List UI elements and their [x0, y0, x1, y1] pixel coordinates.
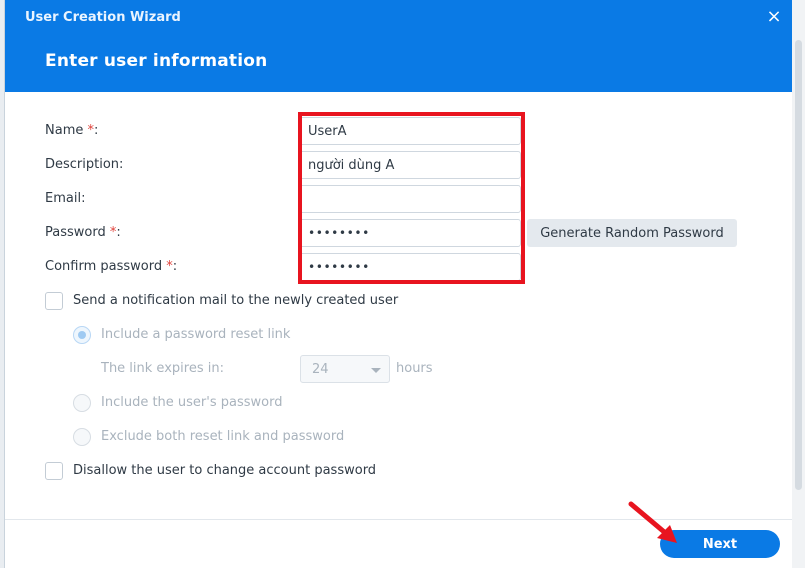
description-label: Description:: [45, 157, 124, 172]
close-icon[interactable]: ×: [763, 6, 785, 28]
hours-label: hours: [396, 361, 433, 376]
scrollbar-thumb[interactable]: [795, 40, 802, 490]
include-password-radio[interactable]: [73, 394, 91, 412]
exclude-both-radio[interactable]: [73, 428, 91, 446]
disallow-change-label: Disallow the user to change account pass…: [73, 463, 377, 478]
email-label: Email:: [45, 191, 86, 206]
reset-link-label: Include a password reset link: [101, 327, 291, 342]
password-input[interactable]: [298, 219, 521, 247]
link-expires-value: 24: [312, 362, 329, 377]
next-button[interactable]: Next: [660, 530, 780, 558]
disallow-change-checkbox[interactable]: [45, 462, 63, 480]
name-label: Name *:: [45, 123, 99, 138]
name-row: Name *:: [5, 117, 792, 145]
confirm-password-input[interactable]: [298, 253, 521, 281]
password-label: Password *:: [45, 225, 121, 240]
email-input[interactable]: [298, 185, 521, 213]
step-title: Enter user information: [45, 51, 268, 71]
description-row: Description:: [5, 151, 792, 179]
email-row: Email:: [5, 185, 792, 213]
chevron-down-icon: [371, 368, 381, 373]
notify-label: Send a notification mail to the newly cr…: [73, 293, 399, 308]
exclude-both-label: Exclude both reset link and password: [101, 429, 345, 444]
reset-link-radio[interactable]: [73, 326, 91, 344]
dialog-title: User Creation Wizard: [25, 10, 181, 25]
footer-divider: [5, 519, 792, 520]
confirm-password-row: Confirm password *:: [5, 253, 792, 281]
dialog-header: User Creation Wizard × Enter user inform…: [5, 0, 792, 92]
generate-random-password-button[interactable]: Generate Random Password: [527, 219, 737, 247]
name-input[interactable]: [298, 117, 521, 145]
description-input[interactable]: [298, 151, 521, 179]
include-password-label: Include the user's password: [101, 395, 283, 410]
scrollbar[interactable]: [792, 0, 805, 568]
notify-checkbox[interactable]: [45, 292, 63, 310]
user-creation-dialog: User Creation Wizard × Enter user inform…: [4, 0, 793, 568]
confirm-password-label: Confirm password *:: [45, 259, 178, 274]
link-expires-label: The link expires in:: [101, 361, 224, 376]
link-expires-select[interactable]: 24: [300, 355, 390, 383]
password-row: Password *: Generate Random Password: [5, 219, 792, 247]
